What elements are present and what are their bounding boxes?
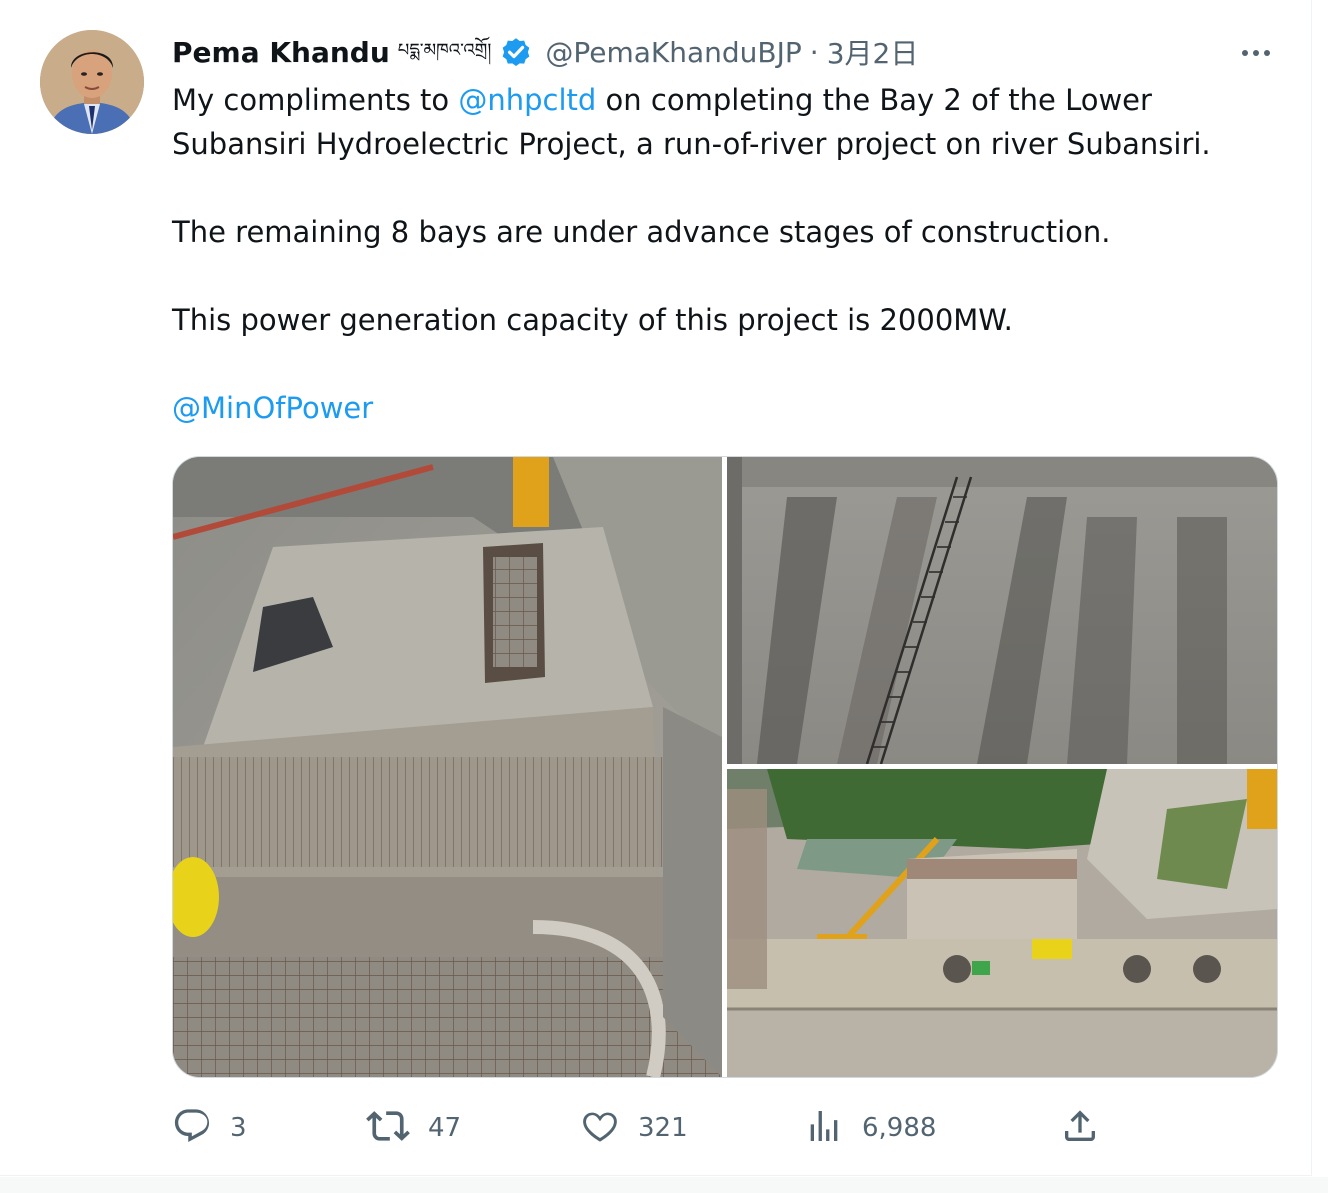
mention-nhpcltd[interactable]: @nhpcltd <box>458 83 596 117</box>
reply-icon <box>172 1106 212 1150</box>
tweet-header: Pema Khandu པདྨ་མཁའ་འགྲོ། @PemaKhanduBJP… <box>172 32 918 72</box>
reply-count: 3 <box>230 1113 247 1143</box>
media-grid <box>172 456 1278 1078</box>
more-options-icon[interactable] <box>1236 36 1276 70</box>
author-name-tibetan[interactable]: པདྨ་མཁའ་འགྲོ། <box>398 31 492 81</box>
reply-button[interactable]: 3 <box>172 1104 247 1152</box>
like-button[interactable]: 321 <box>580 1104 688 1152</box>
heart-icon <box>580 1106 620 1150</box>
dam-concrete-wall-photo[interactable] <box>727 457 1277 764</box>
views-button[interactable]: 6,988 <box>804 1104 936 1152</box>
tweet-paragraph-3: This power generation capacity of this p… <box>172 303 1013 337</box>
author-handle[interactable]: @PemaKhanduBJP <box>545 36 801 69</box>
retweet-icon <box>366 1104 410 1152</box>
views-chart-icon <box>804 1106 844 1150</box>
mention-minofpower[interactable]: @MinOfPower <box>172 391 373 425</box>
author-name[interactable]: Pema Khandu <box>172 36 390 69</box>
tweet-date[interactable]: 3月2日 <box>827 32 919 72</box>
page-bottom-strip <box>0 1177 1328 1193</box>
tweet-paragraph-1: My compliments to @nhpcltd on completing… <box>172 78 1292 166</box>
tweet-text: My compliments to @nhpcltd on completing… <box>172 78 1292 430</box>
retweet-count: 47 <box>428 1113 462 1143</box>
tweet-paragraph-2: The remaining 8 bays are under advance s… <box>172 215 1111 249</box>
text-segment: My compliments to <box>172 83 459 117</box>
dam-bay-construction-photo[interactable] <box>173 457 722 1077</box>
tweet-action-bar: 3 47 321 6,988 <box>172 1104 1276 1152</box>
views-count: 6,988 <box>862 1113 937 1143</box>
dam-site-overview-photo[interactable] <box>727 769 1277 1077</box>
tweet-card[interactable]: Pema Khandu པདྨ་མཁའ་འགྲོ། @PemaKhanduBJP… <box>0 0 1312 1176</box>
share-button[interactable] <box>1060 1104 1100 1152</box>
share-icon <box>1060 1106 1100 1150</box>
verified-badge-icon <box>499 35 533 69</box>
retweet-button[interactable]: 47 <box>366 1104 461 1152</box>
like-count: 321 <box>638 1113 688 1143</box>
header-separator: · <box>809 35 819 69</box>
avatar[interactable] <box>40 30 144 134</box>
